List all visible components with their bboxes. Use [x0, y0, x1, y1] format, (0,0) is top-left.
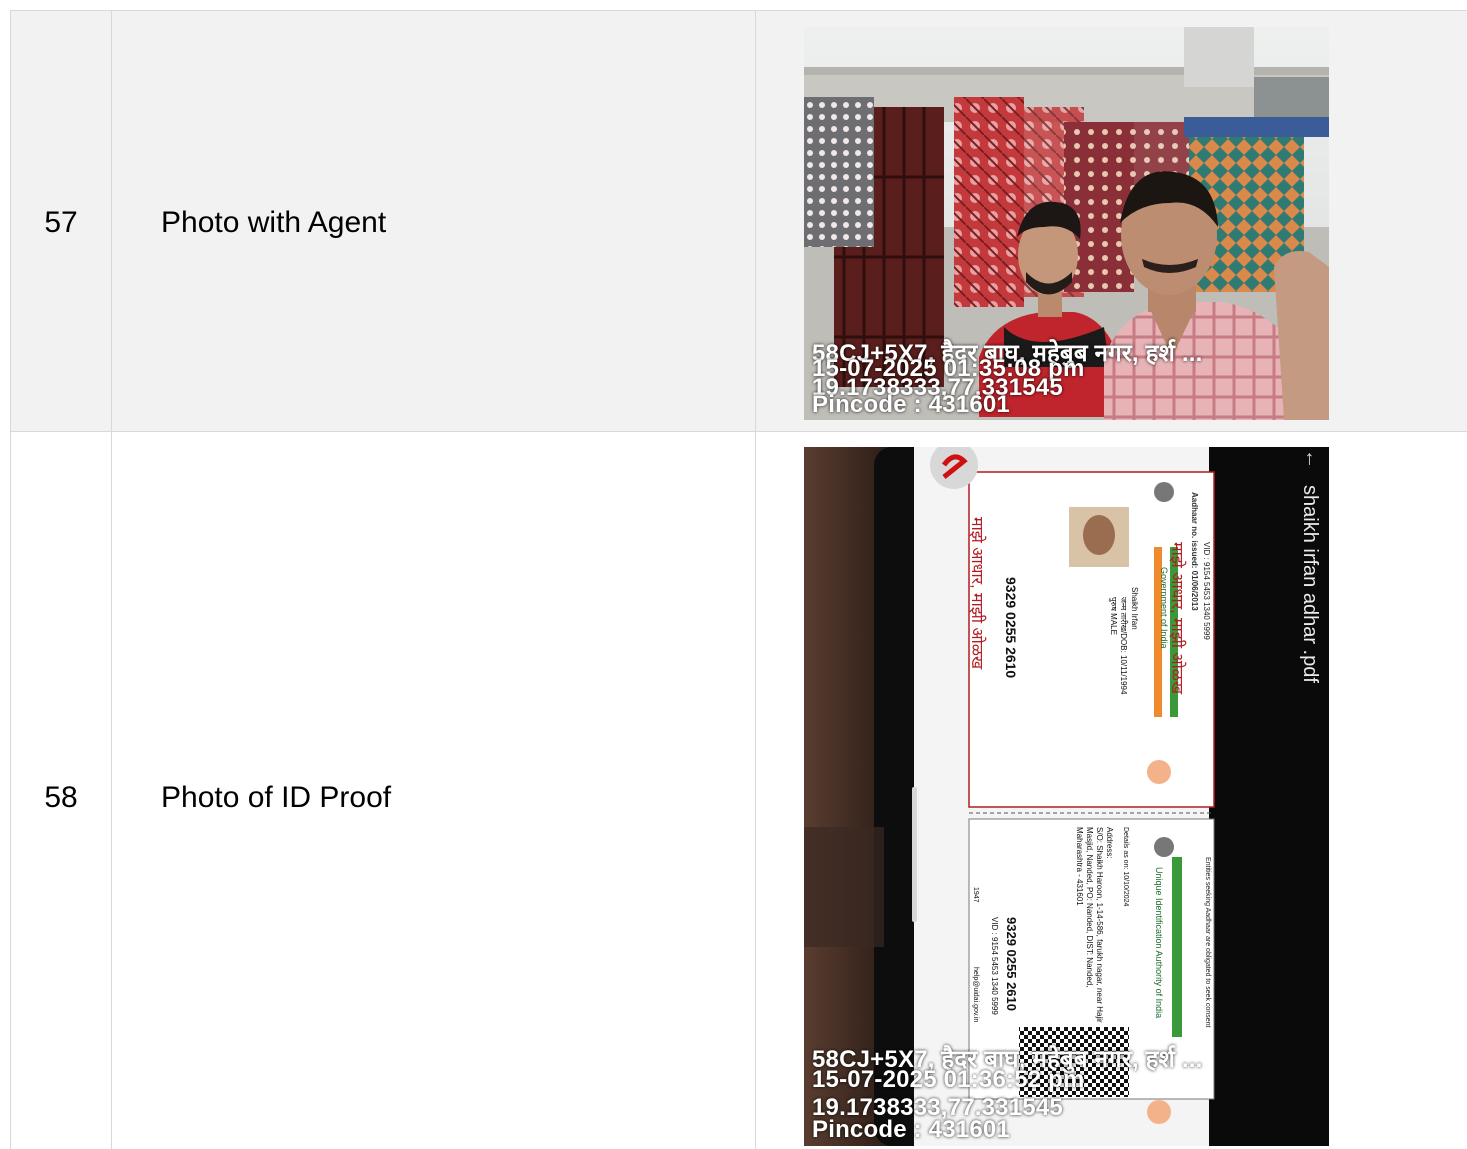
details-date: Details as on: 10/10/2024 — [1122, 827, 1129, 907]
column-divider — [111, 432, 112, 1149]
document-table: 57 Photo with Agent 58CJ+5X7, हैदर बाघ, … — [0, 0, 1467, 1149]
pincode-text: Pincode : 431601 — [812, 1116, 1010, 1143]
vid-top: VID : 9154 5453 1340 5999 — [1202, 542, 1211, 640]
holder-name: Shaikh Irfan — [1130, 587, 1139, 630]
table-row-57: 57 Photo with Agent 58CJ+5X7, हैदर बाघ, … — [11, 11, 1467, 432]
row-number: 57 — [44, 206, 78, 239]
aadhaar-number: 9329 0255 2610 — [1003, 577, 1019, 679]
holder-gender: पुरुष MALE — [1109, 597, 1118, 635]
agent-photo[interactable]: 58CJ+5X7, हैदर बाघ, महेबुब नगर, हर्श ...… — [804, 27, 1329, 420]
row-label: Photo of ID Proof — [161, 781, 392, 814]
help-email: help@uidai.gov.in — [972, 967, 979, 1023]
rotated-document-layer: ← shaikh irfan adhar .pdf Aadhaar no. is… — [804, 447, 1329, 1146]
aadhaar-tagline-bottom: माझे आधार, माझी ओळख — [968, 517, 985, 670]
pdf-filename: shaikh irfan adhar .pdf — [1299, 485, 1321, 683]
uidai-name: Unique Identification Authority of India — [1154, 867, 1164, 1019]
timestamp-text: 15-07-2025 01:36:52 pm — [812, 1066, 1085, 1093]
aadhaar-issued-date: Aadhaar no. issued: 01/06/2013 — [1190, 492, 1199, 611]
row-number: 58 — [44, 781, 78, 814]
aadhaar-number-back: 9329 0255 2610 — [1004, 917, 1019, 1011]
column-divider — [755, 432, 756, 1149]
id-proof-photo[interactable]: ← shaikh irfan adhar .pdf Aadhaar no. is… — [804, 447, 1329, 1146]
column-divider — [755, 11, 756, 431]
column-divider — [111, 11, 112, 431]
back-arrow-icon[interactable]: ← — [1300, 449, 1323, 469]
helpline-number: 1947 — [972, 887, 979, 903]
consent-note: Entities seeking Aadhaar are obligated t… — [1204, 857, 1211, 1028]
holder-dob: जन्म तारीख/DOB: 10/11/1994 — [1119, 597, 1128, 695]
address-text: S/O: Shaikh Haroon, 1-14-586, farukh nag… — [1075, 827, 1104, 1023]
address-label: Address: — [1105, 827, 1114, 859]
row-label: Photo with Agent — [161, 206, 387, 239]
pincode-text: Pincode : 431601 — [812, 391, 1010, 418]
table-row-58: 58 Photo of ID Proof ← shaikh irfan adha… — [11, 432, 1467, 1149]
aadhaar-tagline-top: माझे आधार, माझी ओळख — [1168, 542, 1185, 695]
vid-back: VID : 9154 5453 1340 5999 — [990, 917, 999, 1015]
government-of-india: Government of India — [1159, 567, 1169, 649]
